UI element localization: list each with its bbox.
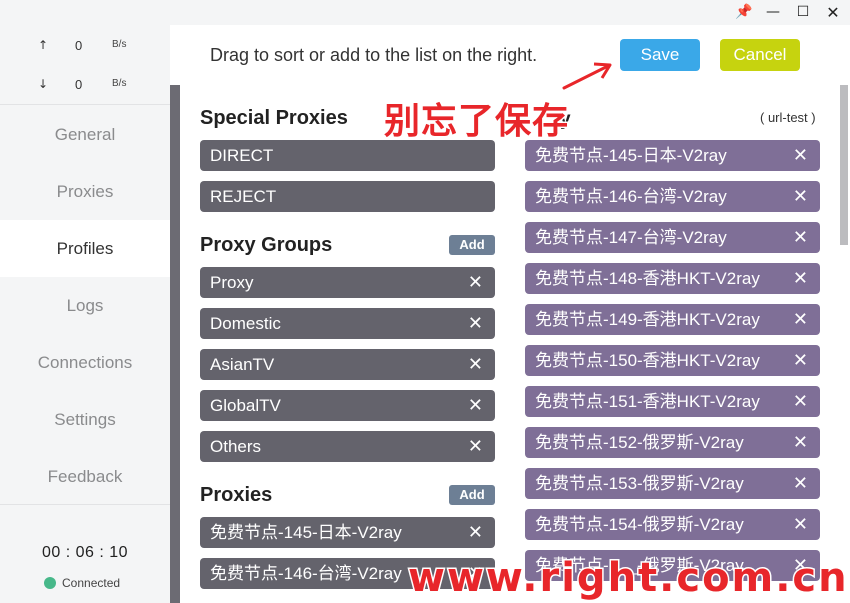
remove-icon[interactable]: ✕ <box>468 517 483 548</box>
remove-icon[interactable]: ✕ <box>793 468 808 499</box>
chip-label: 免费节点-147-台湾-V2ray <box>535 228 727 247</box>
group-member-chip[interactable]: 免费节点-150-香港HKT-V2ray ✕ <box>525 345 820 376</box>
annotation-arrow-icon <box>561 62 612 91</box>
remove-icon[interactable]: ✕ <box>468 390 483 421</box>
add-proxy-group-button[interactable]: Add <box>449 235 495 255</box>
chip-label: GlobalTV <box>210 396 281 415</box>
proxy-group-chip[interactable]: GlobalTV ✕ <box>200 390 495 421</box>
proxy-group-chip[interactable]: Others ✕ <box>200 431 495 462</box>
group-member-chip[interactable]: 免费节点-149-香港HKT-V2ray ✕ <box>525 304 820 335</box>
remove-icon[interactable]: ✕ <box>793 304 808 335</box>
proxy-group-chip[interactable]: AsianTV ✕ <box>200 349 495 380</box>
download-unit: B/s <box>112 78 127 89</box>
group-member-chip[interactable]: 免费节点-146-台湾-V2ray ✕ <box>525 181 820 212</box>
special-proxy-chip[interactable]: REJECT <box>200 181 495 212</box>
remove-icon[interactable]: ✕ <box>468 349 483 380</box>
uptime-timer: 00 : 06 : 10 <box>41 544 129 561</box>
sidebar-item-connections[interactable]: Connections <box>0 334 170 391</box>
download-arrow-icon: ↓ <box>38 77 49 91</box>
close-icon[interactable]: ✕ <box>822 2 844 22</box>
chip-label: Proxy <box>210 273 254 292</box>
sidebar-item-profiles[interactable]: Profiles <box>0 220 170 277</box>
sidebar: ↑ 0 B/s ↓ 0 B/s General Proxies Profiles… <box>0 25 170 603</box>
group-member-chip[interactable]: 免费节点-147-台湾-V2ray ✕ <box>525 222 820 253</box>
remove-icon[interactable]: ✕ <box>793 263 808 294</box>
connection-status: Connected <box>44 576 120 590</box>
minimize-icon[interactable]: — <box>762 2 784 22</box>
remove-icon[interactable]: ✕ <box>793 509 808 540</box>
remove-icon[interactable]: ✕ <box>793 181 808 212</box>
pin-icon[interactable]: 📌 <box>733 2 755 22</box>
group-member-chip[interactable]: 免费节点-153-俄罗斯-V2ray ✕ <box>525 468 820 499</box>
upload-unit: B/s <box>112 39 127 50</box>
left-scrollbar[interactable] <box>170 85 180 603</box>
proxy-groups-title: Proxy Groups <box>200 234 333 256</box>
group-type-label: ( url-test ) <box>760 110 816 125</box>
chip-label: 免费节点-145-日本-V2ray <box>535 146 727 165</box>
chip-label: REJECT <box>210 187 277 206</box>
remove-icon[interactable]: ✕ <box>793 140 808 171</box>
group-member-chip[interactable]: 免费节点-152-俄罗斯-V2ray ✕ <box>525 427 820 458</box>
upload-value: 0 <box>75 38 83 53</box>
chip-label: 免费节点-154-俄罗斯-V2ray <box>535 515 744 534</box>
window-titlebar: 📌 — ☐ ✕ <box>0 0 850 25</box>
remove-icon[interactable]: ✕ <box>793 427 808 458</box>
editor-header: Drag to sort or add to the list on the r… <box>170 25 850 85</box>
remove-icon[interactable]: ✕ <box>468 431 483 462</box>
proxy-group-chip[interactable]: Proxy ✕ <box>200 267 495 298</box>
chip-label: 免费节点-146-台湾-V2ray <box>210 564 402 583</box>
chip-label: 免费节点-153-俄罗斯-V2ray <box>535 474 744 493</box>
sidebar-divider <box>0 104 170 105</box>
sidebar-item-logs[interactable]: Logs <box>0 277 170 334</box>
group-member-chip[interactable]: 免费节点-145-日本-V2ray ✕ <box>525 140 820 171</box>
save-button[interactable]: Save <box>620 39 700 71</box>
chip-label: 免费节点-146-台湾-V2ray <box>535 187 727 206</box>
sidebar-item-general[interactable]: General <box>0 106 170 163</box>
upload-speed: ↑ 0 B/s <box>0 26 170 65</box>
chip-label: Others <box>210 437 262 456</box>
proxy-chip[interactable]: 免费节点-145-日本-V2ray ✕ <box>200 517 495 548</box>
sidebar-item-proxies[interactable]: Proxies <box>0 163 170 220</box>
group-member-chip[interactable]: 免费节点-154-俄罗斯-V2ray ✕ <box>525 509 820 540</box>
sidebar-item-settings[interactable]: Settings <box>0 391 170 448</box>
chip-label: 免费节点-149-香港HKT-V2ray <box>535 310 760 329</box>
remove-icon[interactable]: ✕ <box>793 345 808 376</box>
chip-label: AsianTV <box>210 355 275 374</box>
chip-label: Domestic <box>210 314 281 333</box>
right-scrollbar[interactable] <box>840 85 848 245</box>
proxies-title: Proxies <box>200 484 273 506</box>
proxy-group-chip[interactable]: Domestic ✕ <box>200 308 495 339</box>
remove-icon[interactable]: ✕ <box>468 308 483 339</box>
group-member-chip[interactable]: 免费节点-148-香港HKT-V2ray ✕ <box>525 263 820 294</box>
download-value: 0 <box>75 77 83 92</box>
chip-label: 免费节点-151-香港HKT-V2ray <box>535 392 760 411</box>
sidebar-nav: General Proxies Profiles Logs Connection… <box>0 106 170 505</box>
remove-icon[interactable]: ✕ <box>468 267 483 298</box>
sidebar-item-feedback[interactable]: Feedback <box>0 448 170 505</box>
chip-label: 免费节点-152-俄罗斯-V2ray <box>535 433 744 452</box>
chip-label: 免费节点-150-香港HKT-V2ray <box>535 351 760 370</box>
special-proxy-chip[interactable]: DIRECT <box>200 140 495 171</box>
upload-arrow-icon: ↑ <box>38 38 49 52</box>
sidebar-divider <box>0 504 170 505</box>
special-proxies-title: Special Proxies <box>200 107 348 129</box>
chip-label: DIRECT <box>210 146 274 165</box>
status-text: Connected <box>62 576 121 590</box>
chip-label: 免费节点-145-日本-V2ray <box>210 523 402 542</box>
drag-hint: Drag to sort or add to the list on the r… <box>210 45 538 65</box>
group-member-chip[interactable]: 免费节点-151-香港HKT-V2ray ✕ <box>525 386 820 417</box>
remove-icon[interactable]: ✕ <box>793 386 808 417</box>
add-proxy-button[interactable]: Add <box>449 485 495 505</box>
status-dot-icon <box>44 577 56 589</box>
cancel-button[interactable]: Cancel <box>720 39 800 71</box>
remove-icon[interactable]: ✕ <box>793 222 808 253</box>
maximize-icon[interactable]: ☐ <box>792 2 814 22</box>
watermark: www.right.com.cn <box>407 554 849 603</box>
chip-label: 免费节点-148-香港HKT-V2ray <box>535 269 760 288</box>
download-speed: ↓ 0 B/s <box>0 65 170 104</box>
annotation-text: 别忘了保存 <box>382 100 570 144</box>
